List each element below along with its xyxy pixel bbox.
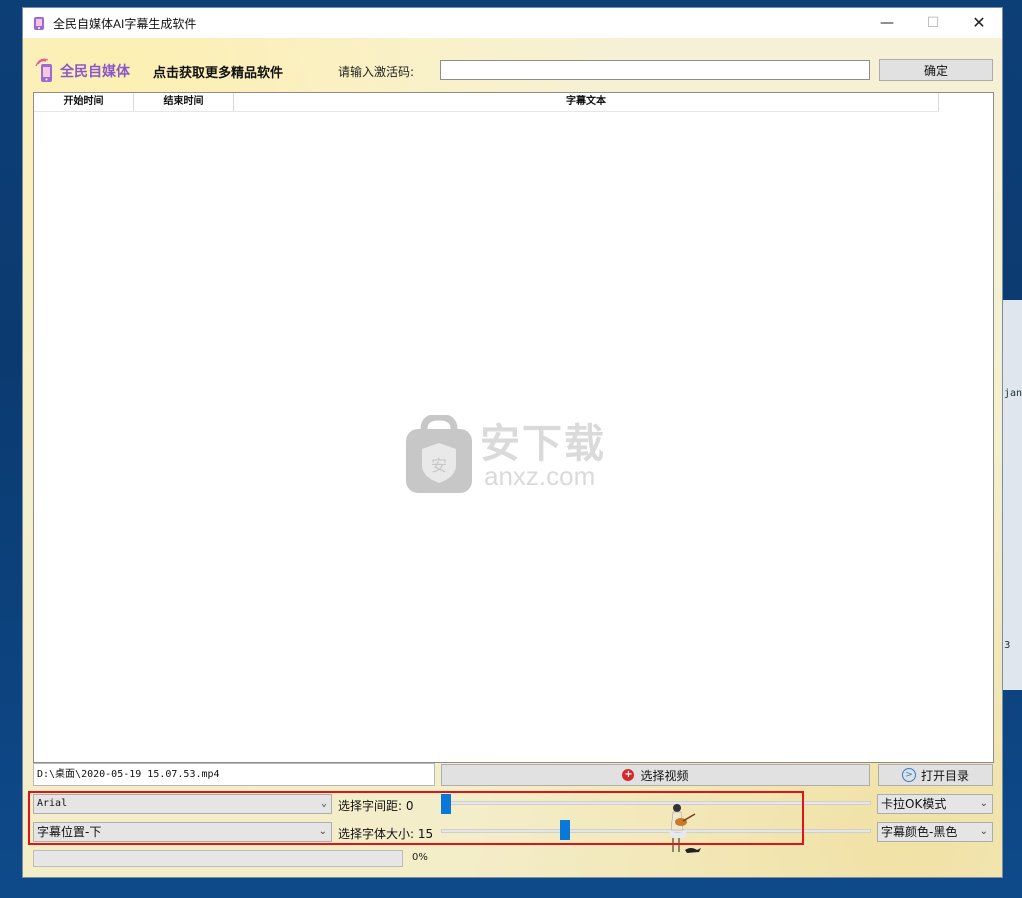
karaoke-mode-select[interactable]: 卡拉OK模式 ⌄ bbox=[877, 794, 993, 814]
progress-label: 0% bbox=[412, 852, 428, 863]
karaoke-mode-value: 卡拉OK模式 bbox=[881, 797, 947, 811]
brand-logo: 全民自媒体 bbox=[35, 58, 130, 84]
table-header: 开始时间 结束时间 字幕文本 bbox=[34, 93, 939, 112]
choose-video-label: 选择视频 bbox=[640, 768, 689, 783]
logo-text: 全民自媒体 bbox=[60, 64, 130, 80]
video-path-input[interactable]: D:\桌面\2020-05-19 15.07.53.mp4 bbox=[33, 763, 435, 786]
highlight-annotation-box bbox=[28, 791, 804, 845]
arrow-circle-icon: > bbox=[901, 768, 916, 782]
shield-char: 安 bbox=[431, 456, 447, 475]
column-header-subtitle-text[interactable]: 字幕文本 bbox=[234, 93, 939, 111]
phone-logo-icon bbox=[35, 58, 52, 82]
window-title: 全民自媒体AI字幕生成软件 bbox=[53, 17, 197, 31]
add-circle-icon: + bbox=[622, 769, 635, 781]
close-button[interactable]: ✕ bbox=[956, 8, 1002, 38]
subtitle-color-value: 字幕颜色-黑色 bbox=[881, 825, 958, 839]
promo-link[interactable]: 点击获取更多精品软件 bbox=[153, 62, 283, 81]
subtitle-color-select[interactable]: 字幕颜色-黑色 ⌄ bbox=[877, 822, 993, 842]
chevron-down-icon: ⌄ bbox=[979, 826, 988, 837]
maximize-button[interactable]: ☐ bbox=[910, 8, 956, 38]
open-directory-label: 打开目录 bbox=[920, 768, 969, 783]
title-bar: 全民自媒体AI字幕生成软件 — ☐ ✕ bbox=[23, 8, 1002, 38]
activation-code-label: 请输入激活码: bbox=[338, 65, 415, 79]
activation-code-input[interactable] bbox=[440, 60, 870, 80]
chevron-down-icon: ⌄ bbox=[979, 798, 988, 809]
shield-icon: 安 bbox=[406, 415, 472, 493]
column-header-end-time[interactable]: 结束时间 bbox=[134, 93, 234, 111]
watermark: 安 安下载 anxz.com bbox=[404, 411, 634, 501]
client-area: 全民自媒体 点击获取更多精品软件 请输入激活码: 确定 开始时间 结束时间 字幕… bbox=[23, 38, 1002, 877]
app-window: 全民自媒体AI字幕生成软件 — ☐ ✕ 全民自媒体 点击获取更多精品软件 请输入… bbox=[22, 7, 1003, 878]
watermark-en: anxz.com bbox=[484, 461, 596, 491]
progress-bar bbox=[33, 850, 403, 867]
desktop-background-strip bbox=[1003, 300, 1022, 690]
subtitle-table[interactable]: 开始时间 结束时间 字幕文本 安 安下载 anxz.com bbox=[33, 92, 994, 763]
choose-video-button[interactable]: + 选择视频 bbox=[441, 764, 870, 786]
minimize-button[interactable]: — bbox=[864, 8, 910, 38]
column-header-start-time[interactable]: 开始时间 bbox=[34, 93, 134, 111]
open-directory-button[interactable]: > 打开目录 bbox=[878, 764, 993, 786]
app-icon bbox=[34, 17, 44, 30]
desktop-side-text-2: 3 bbox=[1004, 640, 1011, 651]
confirm-button[interactable]: 确定 bbox=[879, 59, 993, 81]
desktop-side-text: jan bbox=[1004, 388, 1022, 399]
